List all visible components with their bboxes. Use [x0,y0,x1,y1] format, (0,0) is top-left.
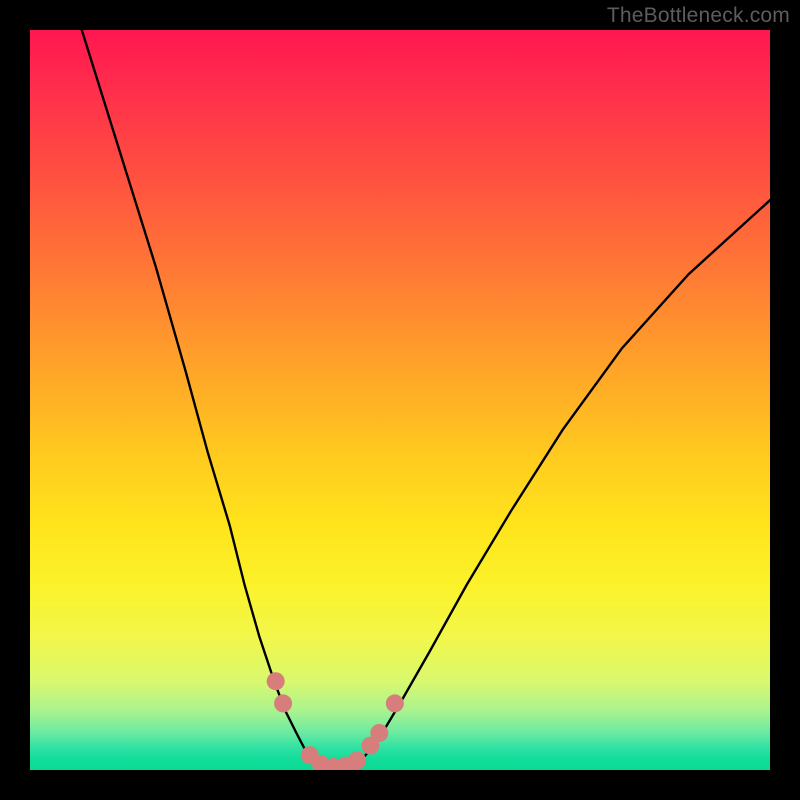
marker-dot [370,724,388,742]
marker-dot [267,672,285,690]
marker-dot [274,694,292,712]
chart-frame: TheBottleneck.com [0,0,800,800]
plot-area [30,30,770,770]
bottleneck-curve [82,30,770,769]
watermark-text: TheBottleneck.com [607,4,790,28]
marker-dot [386,694,404,712]
data-markers [267,672,404,770]
chart-svg [30,30,770,770]
curve-path [82,30,770,769]
marker-dot [348,751,366,769]
